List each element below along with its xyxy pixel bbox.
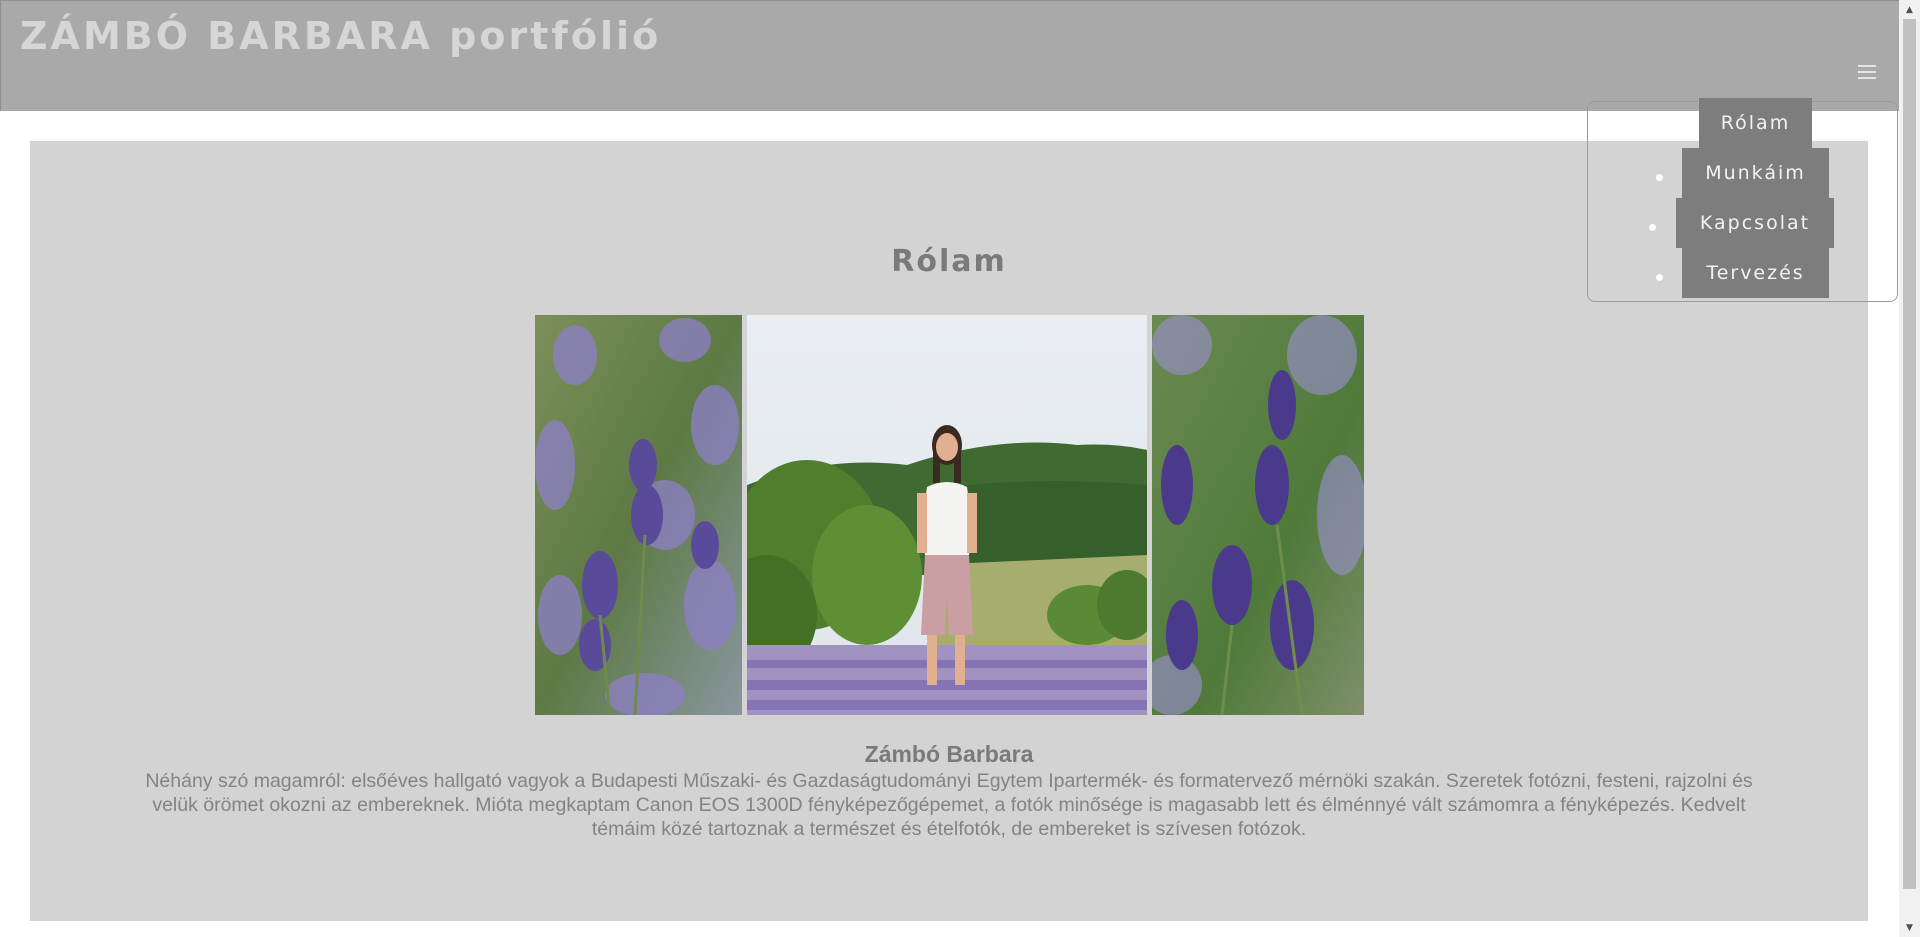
nav-item-rolam[interactable]: Rólam bbox=[1699, 98, 1812, 148]
lavender-photo-right bbox=[1152, 315, 1364, 715]
site-header: ZÁMBÓ BARBARA portfólió bbox=[0, 0, 1899, 111]
scroll-down-arrow-icon[interactable]: ▼ bbox=[1899, 919, 1920, 936]
portrait-photo bbox=[747, 315, 1147, 715]
scrollbar-thumb[interactable] bbox=[1903, 19, 1916, 889]
lavender-photo-left bbox=[535, 315, 742, 715]
nav-item-kapcsolat[interactable]: Kapcsolat bbox=[1676, 198, 1834, 248]
nav-bullet bbox=[1656, 274, 1663, 281]
nav-bullet bbox=[1656, 174, 1663, 181]
site-title[interactable]: ZÁMBÓ BARBARA portfólió bbox=[20, 14, 661, 58]
nav-item-tervezes[interactable]: Tervezés bbox=[1682, 248, 1829, 298]
nav-item-munkaim[interactable]: Munkáim bbox=[1682, 148, 1829, 198]
author-name: Zámbó Barbara bbox=[864, 741, 1034, 767]
vertical-scrollbar[interactable]: ▲ ▼ bbox=[1899, 0, 1920, 937]
hamburger-menu-icon[interactable] bbox=[1858, 65, 1876, 81]
nav-bullet bbox=[1649, 224, 1656, 231]
page: ZÁMBÓ BARBARA portfólió Rólam Zámbó Barb… bbox=[0, 0, 1920, 937]
scroll-up-arrow-icon[interactable]: ▲ bbox=[1899, 1, 1920, 18]
bio-text: Néhány szó magamról: elsőéves hallgató v… bbox=[145, 770, 1753, 840]
